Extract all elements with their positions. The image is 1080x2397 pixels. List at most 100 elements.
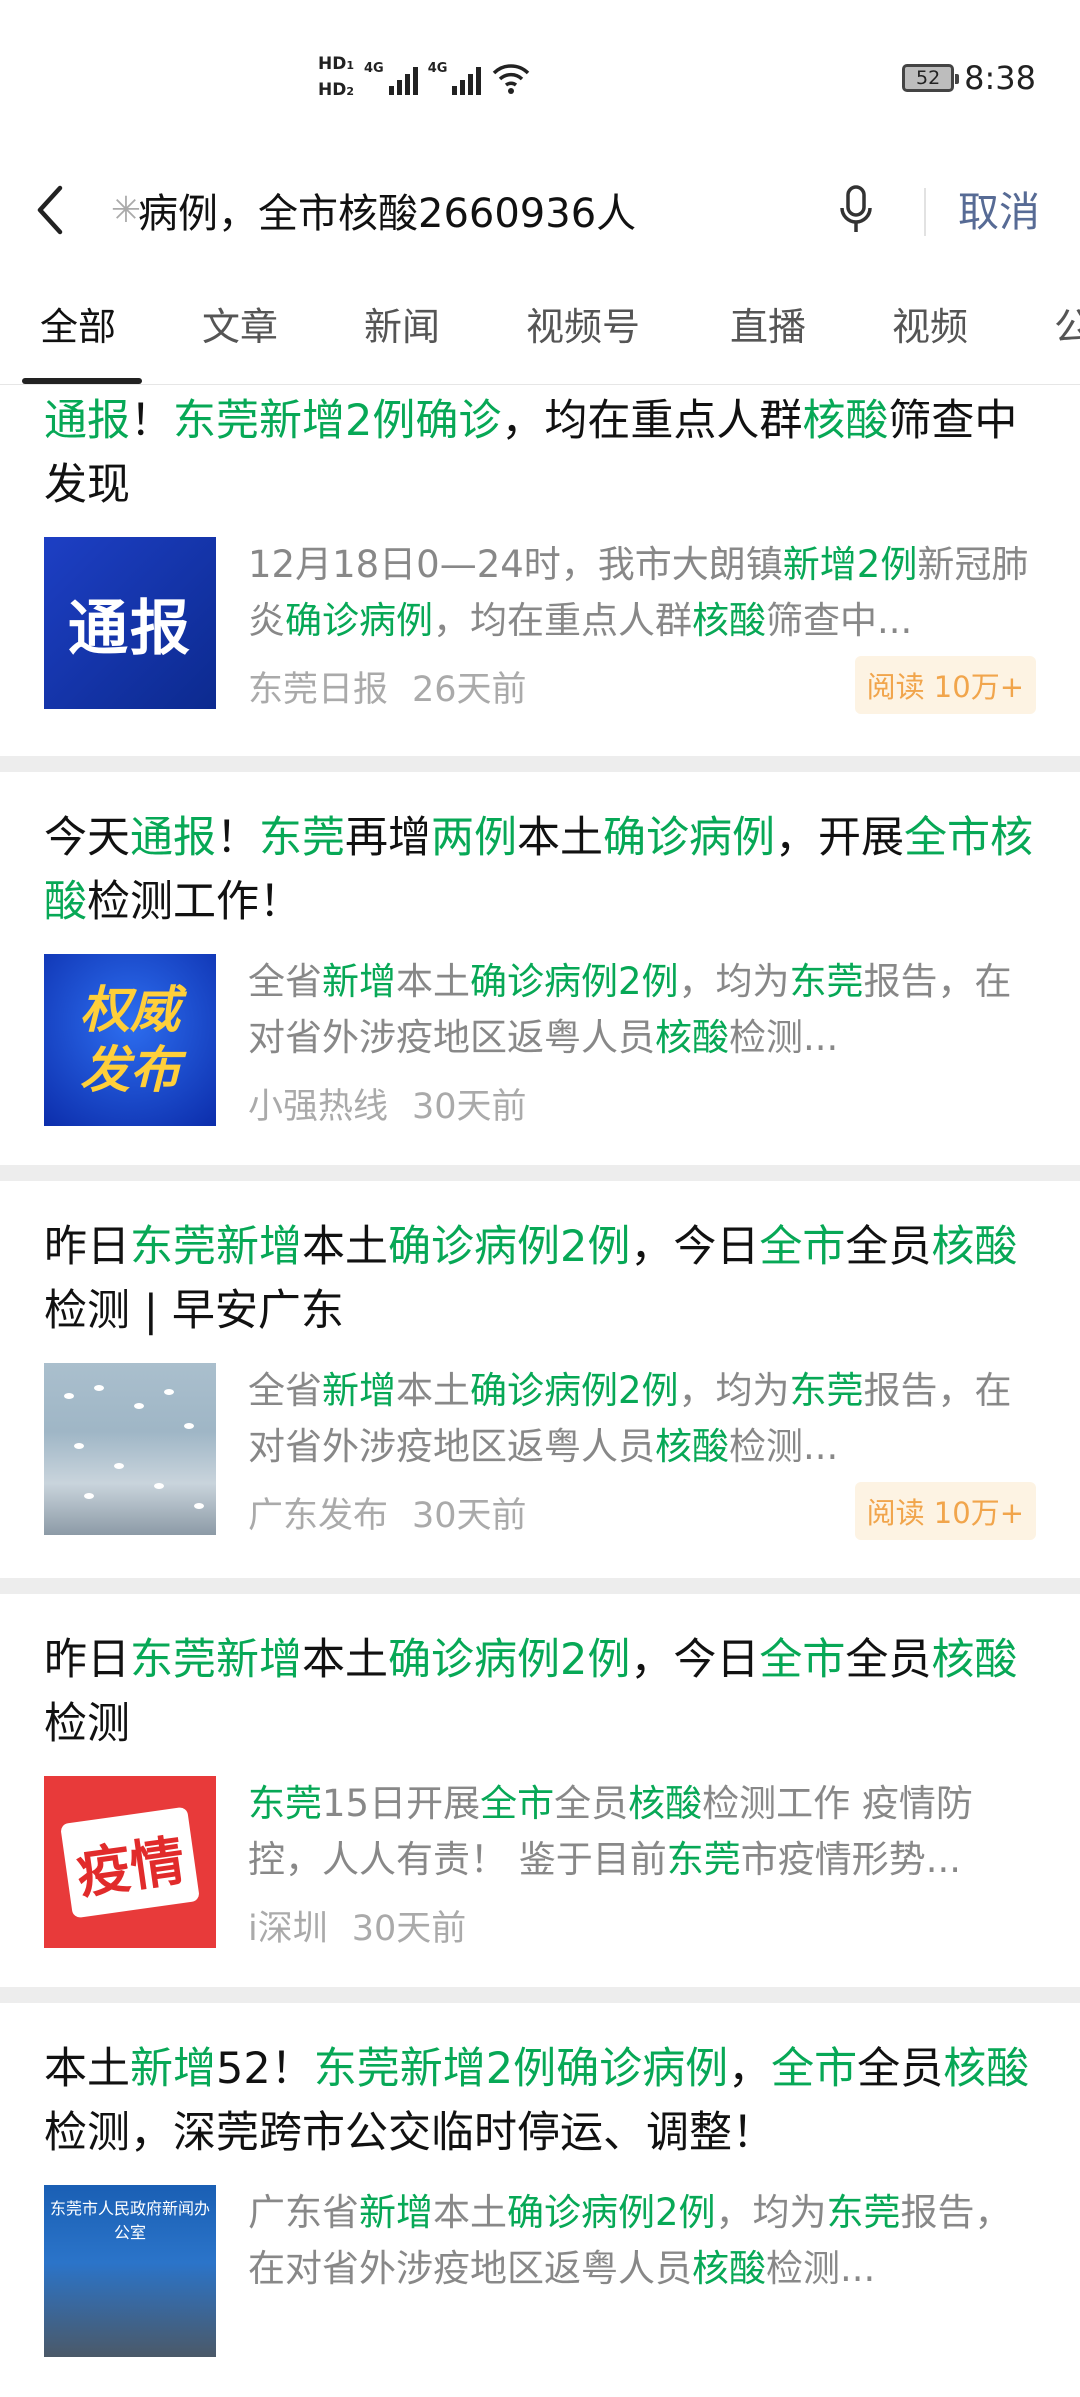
result-source: 小强热线	[248, 1087, 389, 1127]
highlighted-keyword: 东莞	[666, 1838, 741, 1881]
highlighted-keyword: 确诊病例2例	[507, 2191, 716, 2234]
cancel-button[interactable]: 取消	[958, 178, 1040, 238]
highlighted-keyword: 新增	[322, 960, 396, 1003]
text-segment: 今天	[44, 813, 130, 863]
result-thumbnail: 权威 发布	[44, 954, 216, 1126]
highlighted-keyword: 东莞	[259, 813, 345, 863]
clock: 8:38	[964, 59, 1036, 97]
tab-more[interactable]: 公	[1054, 296, 1080, 351]
highlighted-keyword: 确诊病例	[285, 599, 433, 642]
text-segment: ，开展	[775, 813, 904, 863]
back-button[interactable]	[34, 172, 74, 248]
highlighted-keyword: 确诊病例	[603, 813, 775, 863]
highlighted-keyword: 东莞新增	[130, 1635, 302, 1685]
highlighted-keyword: 新增	[130, 2044, 216, 2094]
text-segment: 检测	[44, 1699, 130, 1749]
highlighted-keyword: 核酸	[931, 1635, 1018, 1685]
text-segment: 检测 | 早安广东	[44, 1286, 344, 1336]
result-title: 本土新增52！东莞新增2例确诊病例，全市全员核酸检测，深莞跨市公交临时停运、调整…	[44, 2037, 1036, 2165]
text-segment: ，均在重点人群	[433, 599, 692, 642]
highlighted-keyword: 新增	[322, 1369, 396, 1412]
highlighted-keyword: 确诊病例2例	[388, 1222, 631, 1272]
text-segment: ，今日	[630, 1222, 760, 1272]
highlighted-keyword: 东莞	[789, 1369, 864, 1412]
text-segment: 检测...	[766, 2247, 876, 2290]
result-source: i深圳	[248, 1909, 328, 1949]
tab-articles[interactable]: 文章	[202, 296, 278, 351]
highlighted-keyword: 东莞新增2例确诊病例	[313, 2044, 729, 2094]
result-snippet: 东莞15日开展全市全员核酸检测工作 疫情防控，人人有责！ 鉴于目前东莞市疫情形势…	[248, 1776, 1036, 1888]
microphone-button[interactable]	[834, 172, 878, 248]
text-segment: 52！	[216, 2044, 314, 2094]
signal-icon: 4G	[428, 61, 482, 95]
text-segment: 本土	[517, 813, 603, 863]
result-title: 通报！东莞新增2例确诊，均在重点人群核酸筛查中发现	[44, 389, 1036, 517]
highlighted-keyword: 新增2例	[782, 543, 918, 586]
text-segment: 检测，深莞跨市公交临时停运、调整！	[44, 2108, 775, 2158]
result-snippet: 12月18日0—24时，我市大朗镇新增2例新冠肺炎确诊病例，均在重点人群核酸筛查…	[248, 537, 1036, 649]
text-segment: ！	[216, 813, 259, 863]
text-segment: 检测...	[729, 1016, 839, 1059]
text-segment: 本土	[44, 2044, 130, 2094]
highlighted-keyword: 通报	[130, 813, 216, 863]
text-segment: ，均为	[715, 2191, 827, 2234]
result-title: 今天通报！东莞再增两例本土确诊病例，开展全市核酸检测工作！	[44, 806, 1036, 934]
highlighted-keyword: 东莞新增	[130, 1222, 302, 1272]
tab-channels[interactable]: 视频号	[526, 296, 640, 351]
highlighted-keyword: 全市	[480, 1782, 555, 1825]
tab-news[interactable]: 新闻	[364, 296, 440, 351]
result-card[interactable]: 昨日东莞新增本土确诊病例2例，今日全市全员核酸检测 疫情 东莞15日开展全市全员…	[0, 1594, 1080, 1987]
text-segment: ，今日	[630, 1635, 760, 1685]
text-segment: 本土	[396, 960, 470, 1003]
highlighted-keyword: 两例	[431, 813, 517, 863]
text-segment: 本土	[302, 1635, 388, 1685]
highlighted-keyword: 核酸	[802, 396, 889, 446]
result-card[interactable]: 通报！东莞新增2例确诊，均在重点人群核酸筛查中发现 通报 12月18日0—24时…	[0, 385, 1080, 756]
search-bar: ✳ 病例，全市核酸2660936人 取消	[0, 160, 1080, 260]
active-tab-indicator	[22, 378, 142, 384]
read-count-badge: 阅读 10万+	[854, 656, 1036, 714]
text-segment: ！	[130, 396, 173, 446]
tab-live[interactable]: 直播	[730, 296, 806, 351]
highlighted-keyword: 确诊病例2例	[470, 960, 679, 1003]
category-tabs: 全部 文章 新闻 视频号 直播 视频 公	[0, 260, 1080, 385]
highlighted-keyword: 核酸	[628, 1782, 703, 1825]
tab-all[interactable]: 全部	[40, 296, 116, 351]
signal-icon: 4G	[364, 61, 418, 95]
highlighted-keyword: 全市	[759, 1635, 846, 1685]
sim-hd-indicator: HD1 HD2	[318, 54, 354, 100]
highlighted-keyword: 东莞新增2例确诊	[173, 396, 502, 446]
text-segment: 全员	[554, 1782, 629, 1825]
read-count-badge: 阅读 10万+	[854, 1482, 1036, 1540]
search-input[interactable]: ✳ 病例，全市核酸2660936人	[104, 174, 894, 246]
text-segment: 本土	[396, 1369, 470, 1412]
divider	[924, 188, 926, 236]
text-segment: 本土	[433, 2191, 507, 2234]
result-time: 30天前	[412, 1087, 527, 1127]
highlighted-keyword: 东莞	[789, 960, 864, 1003]
result-title: 昨日东莞新增本土确诊病例2例，今日全市全员核酸检测 | 早安广东	[44, 1215, 1036, 1343]
result-snippet: 全省新增本土确诊病例2例，均为东莞报告，在对省外涉疫地区返粤人员核酸检测...	[248, 954, 1036, 1066]
text-segment: 昨日	[44, 1635, 130, 1685]
result-snippet: 广东省新增本土确诊病例2例，均为东莞报告，在对省外涉疫地区返粤人员核酸检测...	[248, 2185, 1036, 2297]
text-segment: 检测...	[729, 1425, 839, 1468]
result-thumbnail: 疫情	[44, 1776, 216, 1948]
text-segment: ，均为	[678, 1369, 790, 1412]
status-bar: HD1 HD2 4G 4G 52 8:38	[0, 0, 1080, 160]
result-time: 30天前	[351, 1909, 467, 1949]
result-thumbnail: 东莞市人民政府新闻办公室	[44, 2185, 216, 2357]
highlighted-keyword: 确诊病例2例	[388, 1635, 631, 1685]
status-right: 52 8:38	[902, 50, 1036, 106]
battery-icon: 52	[902, 64, 960, 92]
tab-videos[interactable]: 视频	[892, 296, 968, 351]
result-card[interactable]: 今天通报！东莞再增两例本土确诊病例，开展全市核酸检测工作！ 权威 发布 全省新增…	[0, 772, 1080, 1165]
result-snippet: 全省新增本土确诊病例2例，均为东莞报告，在对省外涉疫地区返粤人员核酸检测...	[248, 1363, 1036, 1475]
highlighted-keyword: 核酸	[931, 1222, 1018, 1272]
wifi-icon	[493, 64, 530, 94]
highlighted-keyword: 东莞	[248, 1782, 322, 1825]
result-card[interactable]: 本土新增52！东莞新增2例确诊病例，全市全员核酸检测，深莞跨市公交临时停运、调整…	[0, 2003, 1080, 2397]
results-list: 通报！东莞新增2例确诊，均在重点人群核酸筛查中发现 通报 12月18日0—24时…	[0, 385, 1080, 2397]
highlighted-keyword: 东莞	[826, 2191, 901, 2234]
result-time: 30天前	[412, 1496, 527, 1536]
result-card[interactable]: 昨日东莞新增本土确诊病例2例，今日全市全员核酸检测 | 早安广东 全省新增本土确…	[0, 1181, 1080, 1578]
